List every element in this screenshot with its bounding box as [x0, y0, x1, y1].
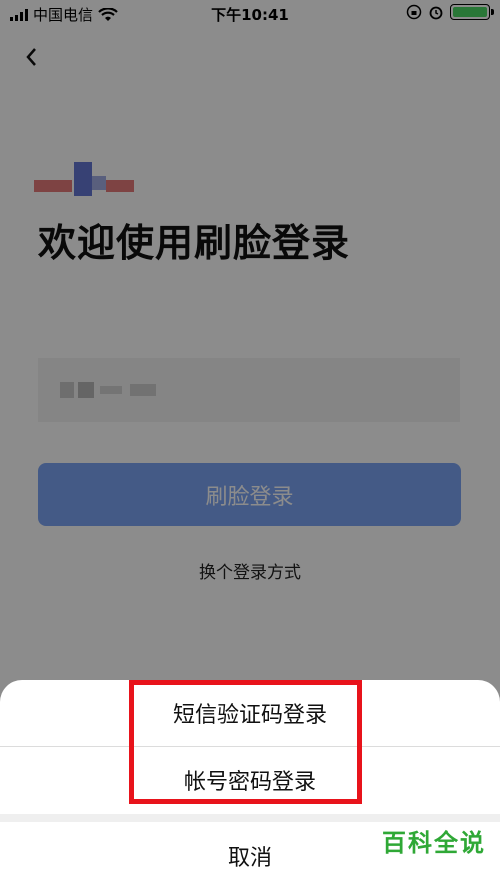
watermark: 百科全说 助你轻松解决	[382, 823, 486, 877]
watermark-subtitle: 助你轻松解决	[391, 862, 476, 877]
divider	[0, 814, 500, 822]
highlight-box	[129, 680, 362, 804]
watermark-title: 百科全说	[382, 829, 486, 857]
